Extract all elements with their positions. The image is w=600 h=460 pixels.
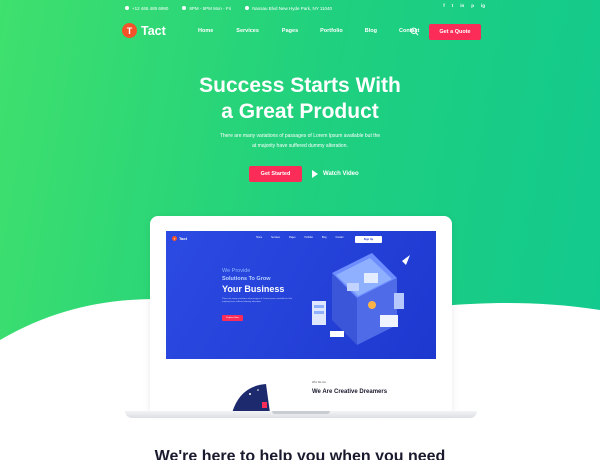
clock-icon — [182, 6, 187, 10]
nav-item-blog[interactable]: Blog — [365, 28, 377, 34]
mockup-who-label: Who We Are — [312, 381, 326, 384]
section-heading: We're here to help you when you need — [154, 448, 446, 460]
nav-item-home[interactable]: Home — [198, 28, 213, 34]
nav-menu: Home Services Pages Portfolio Blog Conta… — [198, 28, 419, 34]
logo-text: Tact — [141, 23, 166, 38]
phone-icon — [125, 6, 129, 10]
hero-description: There are many variations of passages of… — [0, 131, 600, 151]
hero-desc-line2: at majority have suffered dummy alterati… — [252, 143, 348, 149]
address-info: Nassau Blvd New Hyde Park, NY 11040 — [245, 6, 332, 11]
mockup-menu-item: Portfolio — [304, 237, 313, 239]
mockup-title: Your Business — [222, 284, 285, 294]
get-started-button[interactable]: Get Started — [249, 166, 302, 182]
mockup-subtitle: Solutions To Grow — [222, 276, 271, 282]
linkedin-icon[interactable]: in — [460, 3, 464, 8]
mockup-menu-item: Services — [271, 237, 280, 239]
hero-cta-row: Get Started Watch Video — [249, 166, 359, 182]
nav-item-services[interactable]: Services — [236, 28, 259, 34]
watch-video-label: Watch Video — [323, 171, 359, 177]
isometric-illustration — [312, 253, 410, 345]
mockup-explore-button: Explore Now — [222, 315, 243, 321]
instagram-icon[interactable]: ig — [481, 3, 485, 8]
phone-text: +12 465 485 6990 — [132, 5, 169, 11]
dark-planet-illustration — [232, 384, 270, 413]
mockup-menu: Home Services Pages Portfolio Blog Conta… — [256, 237, 343, 239]
mockup-who-title: We Are Creative Dreamers — [312, 389, 388, 395]
mockup-menu-item: Blog — [321, 237, 327, 239]
facebook-icon[interactable]: f — [443, 3, 445, 8]
social-links: f t in p ig — [443, 3, 485, 8]
laptop-notch — [272, 411, 330, 414]
mockup-lower-section — [166, 359, 436, 413]
hero-desc-line1: There are many variations of passages of… — [219, 133, 381, 139]
top-info-bar: +12 465 485 6990 8PM - 5PM Mon - Fri Nas… — [125, 3, 485, 13]
mockup-menu-item: Pages — [288, 237, 296, 239]
get-quote-button[interactable]: Get a Quote — [429, 24, 481, 40]
hero-title: Success Starts With a Great Product — [0, 73, 600, 125]
hero-title-line1: Success Starts With — [199, 74, 401, 97]
location-icon — [245, 6, 250, 10]
hours-info: 8PM - 5PM Mon - Fri — [182, 6, 231, 11]
logo[interactable]: T Tact — [122, 23, 166, 38]
mockup-menu-item: Contact — [335, 237, 344, 239]
main-nav: T Tact Home Services Pages Portfolio Blo… — [122, 22, 482, 42]
mockup-menu-item: Home — [256, 237, 263, 239]
nav-item-portfolio[interactable]: Portfolio — [320, 28, 343, 34]
play-icon — [312, 170, 318, 178]
hours-text: 8PM - 5PM Mon - Fri — [189, 5, 232, 11]
twitter-icon[interactable]: t — [452, 3, 454, 8]
mockup-logo-mark: T — [172, 236, 177, 241]
search-icon[interactable] — [410, 27, 419, 36]
pinterest-icon[interactable]: p — [471, 3, 474, 8]
mockup-description: There are many variations of passages of… — [222, 298, 293, 304]
nav-item-pages[interactable]: Pages — [282, 28, 298, 34]
mockup-tagline: We Provide — [222, 268, 251, 274]
mockup-screen: T Tact Home Services Pages Portfolio Blo… — [166, 231, 436, 359]
hero-title-line2: a Great Product — [221, 100, 379, 123]
logo-mark: T — [122, 23, 137, 38]
mockup-logo-text: Tact — [179, 236, 187, 241]
mockup-signup-button: Sign Up — [355, 236, 382, 243]
mockup-logo: T Tact — [172, 236, 187, 241]
laptop-mockup: T Tact Home Services Pages Portfolio Blo… — [150, 216, 452, 413]
watch-video-button[interactable]: Watch Video — [312, 170, 359, 178]
address-text: Nassau Blvd New Hyde Park, NY 11040 — [252, 5, 333, 11]
phone-info[interactable]: +12 465 485 6990 — [125, 6, 168, 11]
